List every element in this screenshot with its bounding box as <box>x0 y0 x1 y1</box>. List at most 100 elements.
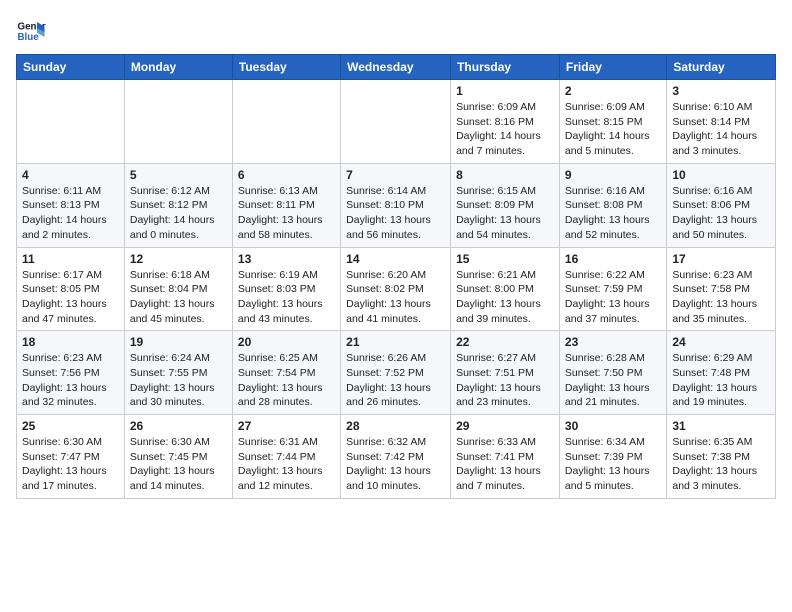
calendar-cell: 20 Sunrise: 6:25 AMSunset: 7:54 PMDayligh… <box>232 331 340 415</box>
week-row-1: 1Sunrise: 6:09 AMSunset: 8:16 PMDaylight… <box>17 80 776 164</box>
cell-content: Sunrise: 6:32 AMSunset: 7:42 PMDaylight:… <box>346 435 445 494</box>
day-number: 17 <box>672 252 770 266</box>
cell-content: Sunrise: 6:29 AMSunset: 7:48 PMDaylight:… <box>672 351 770 410</box>
cell-content: Sunrise: 6:33 AMSunset: 7:41 PMDaylight:… <box>456 435 554 494</box>
calendar-cell <box>17 80 125 164</box>
calendar-cell: 29 Sunrise: 6:33 AMSunset: 7:41 PMDayligh… <box>451 415 560 499</box>
calendar-cell: 16 Sunrise: 6:22 AMSunset: 7:59 PMDayligh… <box>559 247 666 331</box>
day-number: 28 <box>346 419 445 433</box>
logo-icon: General Blue <box>16 16 46 46</box>
calendar-cell: 18Sunrise: 6:23 AMSunset: 7:56 PMDayligh… <box>17 331 125 415</box>
calendar-cell <box>341 80 451 164</box>
calendar-cell: 12 Sunrise: 6:18 AMSunset: 8:04 PMDayligh… <box>124 247 232 331</box>
calendar-cell: 27 Sunrise: 6:31 AMSunset: 7:44 PMDayligh… <box>232 415 340 499</box>
day-number: 9 <box>565 168 661 182</box>
calendar-cell <box>124 80 232 164</box>
calendar-cell: 14 Sunrise: 6:20 AMSunset: 8:02 PMDayligh… <box>341 247 451 331</box>
cell-content: Sunrise: 6:23 AMSunset: 7:58 PMDaylight:… <box>672 268 770 327</box>
week-row-3: 11 Sunrise: 6:17 AMSunset: 8:05 PMDayligh… <box>17 247 776 331</box>
day-number: 7 <box>346 168 445 182</box>
calendar-cell: 17 Sunrise: 6:23 AMSunset: 7:58 PMDayligh… <box>667 247 776 331</box>
cell-content: Sunrise: 6:19 AMSunset: 8:03 PMDaylight:… <box>238 268 335 327</box>
header-friday: Friday <box>559 55 666 80</box>
calendar-cell: 7 Sunrise: 6:14 AMSunset: 8:10 PMDaylight… <box>341 163 451 247</box>
day-number: 3 <box>672 84 770 98</box>
logo: General Blue <box>16 16 50 46</box>
calendar-cell: 9Sunrise: 6:16 AMSunset: 8:08 PMDaylight… <box>559 163 666 247</box>
cell-content: Sunrise: 6:31 AMSunset: 7:44 PMDaylight:… <box>238 435 335 494</box>
day-number: 11 <box>22 252 119 266</box>
cell-content: Sunrise: 6:13 AMSunset: 8:11 PMDaylight:… <box>238 184 335 243</box>
cell-content: Sunrise: 6:21 AMSunset: 8:00 PMDaylight:… <box>456 268 554 327</box>
cell-content: Sunrise: 6:24 AMSunset: 7:55 PMDaylight:… <box>130 351 227 410</box>
day-number: 24 <box>672 335 770 349</box>
cell-content: Sunrise: 6:23 AMSunset: 7:56 PMDaylight:… <box>22 351 119 410</box>
day-number: 10 <box>672 168 770 182</box>
day-number: 16 <box>565 252 661 266</box>
cell-content: Sunrise: 6:09 AMSunset: 8:15 PMDaylight:… <box>565 100 661 159</box>
header-saturday: Saturday <box>667 55 776 80</box>
cell-content: Sunrise: 6:34 AMSunset: 7:39 PMDaylight:… <box>565 435 661 494</box>
day-number: 21 <box>346 335 445 349</box>
calendar-cell: 10 Sunrise: 6:16 AMSunset: 8:06 PMDayligh… <box>667 163 776 247</box>
calendar-cell: 24 Sunrise: 6:29 AMSunset: 7:48 PMDayligh… <box>667 331 776 415</box>
calendar-cell: 11 Sunrise: 6:17 AMSunset: 8:05 PMDayligh… <box>17 247 125 331</box>
day-number: 6 <box>238 168 335 182</box>
week-row-4: 18Sunrise: 6:23 AMSunset: 7:56 PMDayligh… <box>17 331 776 415</box>
calendar-cell: 25Sunrise: 6:30 AMSunset: 7:47 PMDayligh… <box>17 415 125 499</box>
calendar-cell: 1Sunrise: 6:09 AMSunset: 8:16 PMDaylight… <box>451 80 560 164</box>
header-monday: Monday <box>124 55 232 80</box>
cell-content: Sunrise: 6:28 AMSunset: 7:50 PMDaylight:… <box>565 351 661 410</box>
calendar-cell: 19 Sunrise: 6:24 AMSunset: 7:55 PMDayligh… <box>124 331 232 415</box>
calendar-cell: 21Sunrise: 6:26 AMSunset: 7:52 PMDayligh… <box>341 331 451 415</box>
header-sunday: Sunday <box>17 55 125 80</box>
day-number: 30 <box>565 419 661 433</box>
day-number: 20 <box>238 335 335 349</box>
day-number: 13 <box>238 252 335 266</box>
cell-content: Sunrise: 6:14 AMSunset: 8:10 PMDaylight:… <box>346 184 445 243</box>
day-number: 23 <box>565 335 661 349</box>
svg-text:Blue: Blue <box>18 32 40 43</box>
calendar-cell: 31 Sunrise: 6:35 AMSunset: 7:38 PMDayligh… <box>667 415 776 499</box>
calendar-cell: 30 Sunrise: 6:34 AMSunset: 7:39 PMDayligh… <box>559 415 666 499</box>
cell-content: Sunrise: 6:12 AMSunset: 8:12 PMDaylight:… <box>130 184 227 243</box>
cell-content: Sunrise: 6:15 AMSunset: 8:09 PMDaylight:… <box>456 184 554 243</box>
cell-content: Sunrise: 6:09 AMSunset: 8:16 PMDaylight:… <box>456 100 554 159</box>
header-wednesday: Wednesday <box>341 55 451 80</box>
day-number: 27 <box>238 419 335 433</box>
day-number: 8 <box>456 168 554 182</box>
day-number: 5 <box>130 168 227 182</box>
calendar-header: SundayMondayTuesdayWednesdayThursdayFrid… <box>17 55 776 80</box>
cell-content: Sunrise: 6:18 AMSunset: 8:04 PMDaylight:… <box>130 268 227 327</box>
calendar-cell: 4 Sunrise: 6:11 AMSunset: 8:13 PMDaylight… <box>17 163 125 247</box>
cell-content: Sunrise: 6:17 AMSunset: 8:05 PMDaylight:… <box>22 268 119 327</box>
day-number: 29 <box>456 419 554 433</box>
header-row: SundayMondayTuesdayWednesdayThursdayFrid… <box>17 55 776 80</box>
calendar-cell: 26 Sunrise: 6:30 AMSunset: 7:45 PMDayligh… <box>124 415 232 499</box>
cell-content: Sunrise: 6:25 AMSunset: 7:54 PMDaylight:… <box>238 351 335 410</box>
day-number: 19 <box>130 335 227 349</box>
day-number: 14 <box>346 252 445 266</box>
calendar-cell: 3 Sunrise: 6:10 AMSunset: 8:14 PMDaylight… <box>667 80 776 164</box>
header-thursday: Thursday <box>451 55 560 80</box>
week-row-2: 4 Sunrise: 6:11 AMSunset: 8:13 PMDaylight… <box>17 163 776 247</box>
cell-content: Sunrise: 6:10 AMSunset: 8:14 PMDaylight:… <box>672 100 770 159</box>
day-number: 25 <box>22 419 119 433</box>
cell-content: Sunrise: 6:22 AMSunset: 7:59 PMDaylight:… <box>565 268 661 327</box>
cell-content: Sunrise: 6:20 AMSunset: 8:02 PMDaylight:… <box>346 268 445 327</box>
day-number: 12 <box>130 252 227 266</box>
header-tuesday: Tuesday <box>232 55 340 80</box>
calendar-table: SundayMondayTuesdayWednesdayThursdayFrid… <box>16 54 776 499</box>
calendar-cell: 15Sunrise: 6:21 AMSunset: 8:00 PMDayligh… <box>451 247 560 331</box>
cell-content: Sunrise: 6:11 AMSunset: 8:13 PMDaylight:… <box>22 184 119 243</box>
cell-content: Sunrise: 6:30 AMSunset: 7:45 PMDaylight:… <box>130 435 227 494</box>
calendar-cell: 5 Sunrise: 6:12 AMSunset: 8:12 PMDaylight… <box>124 163 232 247</box>
day-number: 26 <box>130 419 227 433</box>
day-number: 4 <box>22 168 119 182</box>
cell-content: Sunrise: 6:27 AMSunset: 7:51 PMDaylight:… <box>456 351 554 410</box>
cell-content: Sunrise: 6:16 AMSunset: 8:06 PMDaylight:… <box>672 184 770 243</box>
cell-content: Sunrise: 6:35 AMSunset: 7:38 PMDaylight:… <box>672 435 770 494</box>
calendar-cell: 13 Sunrise: 6:19 AMSunset: 8:03 PMDayligh… <box>232 247 340 331</box>
day-number: 31 <box>672 419 770 433</box>
calendar-body: 1Sunrise: 6:09 AMSunset: 8:16 PMDaylight… <box>17 80 776 499</box>
